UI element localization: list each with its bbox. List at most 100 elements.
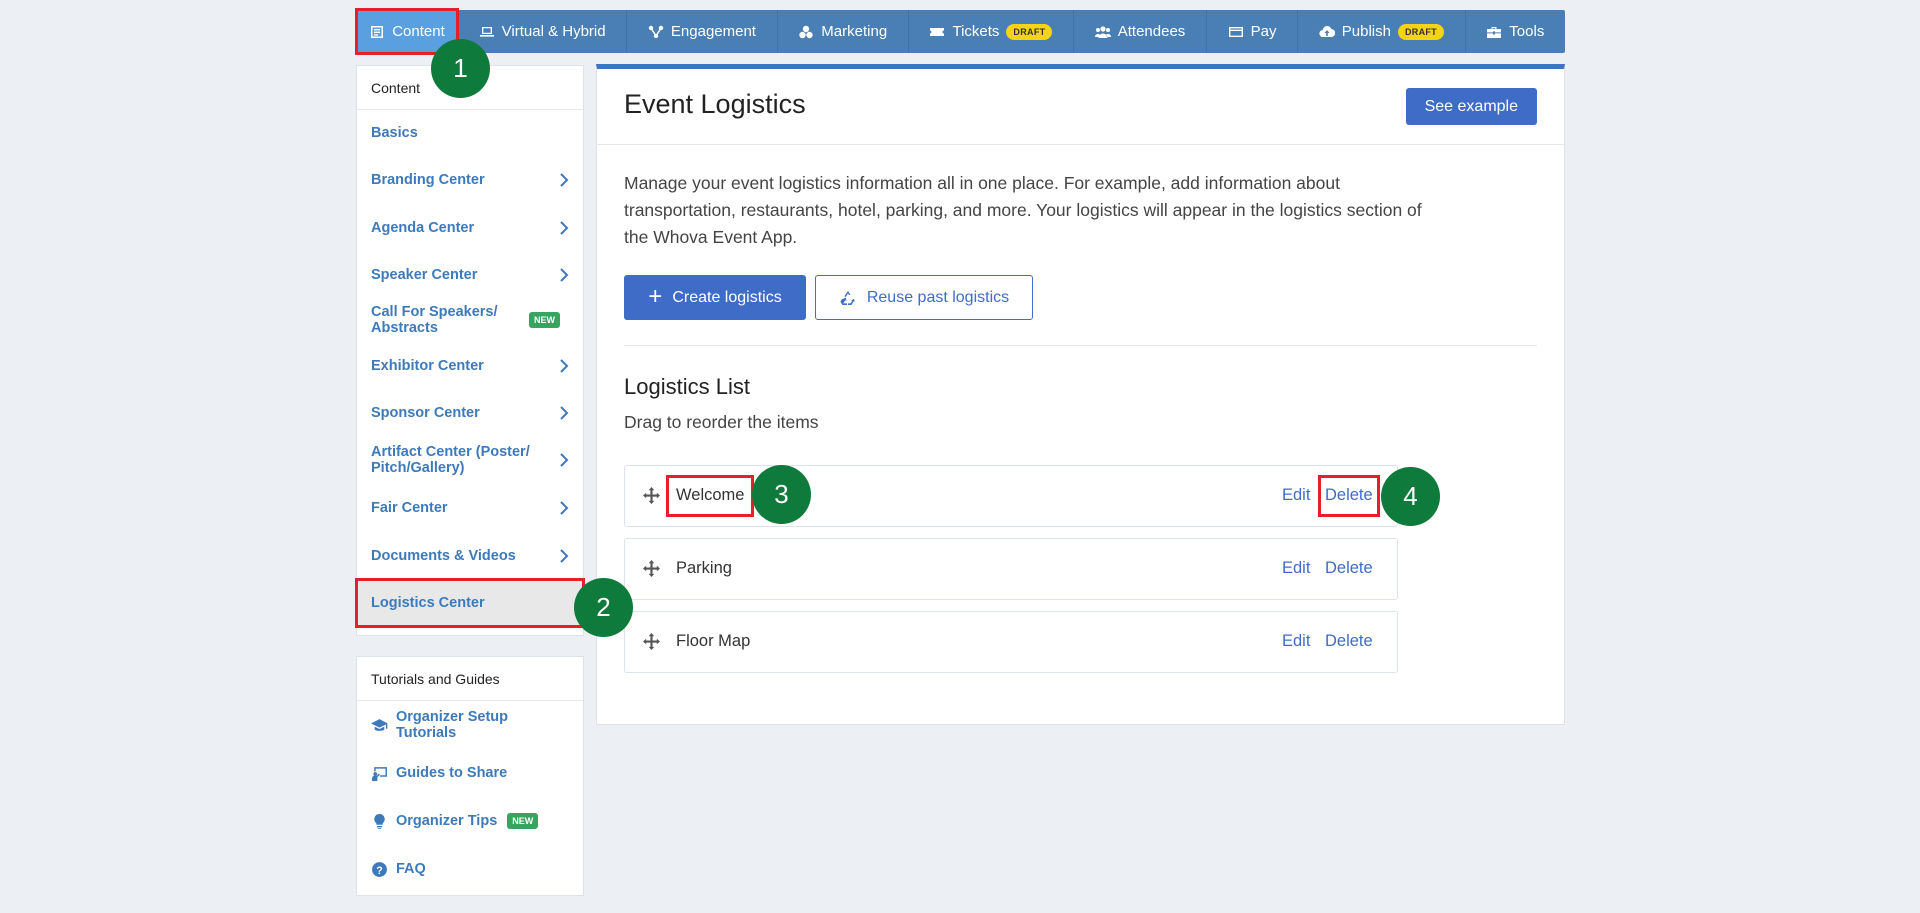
step-marker-1: 1 [431,39,490,98]
guides-heading: Tutorials and Guides [357,657,583,701]
sidebar-item-label: Speaker Center [371,266,478,283]
sidebar-item-basics[interactable]: Basics [357,110,583,156]
edit-link[interactable]: Edit [1282,559,1310,578]
reuse-past-logistics-label: Reuse past logistics [866,288,1010,306]
lightbulb-icon [374,813,385,829]
delete-link[interactable]: Delete [1325,559,1373,578]
drag-handle-icon[interactable] [643,633,660,650]
guide-item-label: Organizer Tips [396,813,498,829]
recycle-icon [840,290,855,305]
nav-tab-engagement[interactable]: Engagement [627,10,778,53]
sidebar-item-call-for-speakers[interactable]: Call For Speakers/ Abstracts NEW [357,298,583,342]
nav-tab-tools[interactable]: Tools [1466,10,1565,53]
guide-item-organizer-tips[interactable]: Organizer Tips NEW [357,797,583,845]
top-navigation: Content Virtual & Hybrid Engagement Mark… [355,8,1565,55]
see-example-button[interactable]: See example [1405,88,1537,125]
nav-tab-attendees[interactable]: Attendees [1074,10,1207,53]
drag-handle-icon[interactable] [643,560,660,577]
nav-tab-label: Publish [1341,23,1391,40]
edit-link[interactable]: Edit [1282,632,1310,651]
step-marker-3: 3 [752,465,811,524]
section-divider [624,345,1537,346]
sidebar-item-speaker-center[interactable]: Speaker Center [357,251,583,298]
nav-tab-pay[interactable]: Pay [1207,10,1299,53]
sidebar-item-label: Call For Speakers/ Abstracts [371,304,498,336]
delete-link[interactable]: Delete [1325,632,1373,651]
nav-tab-label: Tickets [952,23,1000,40]
sidebar-item-label: Sponsor Center [371,404,480,421]
ticket-icon [930,27,945,36]
chevron-right-icon [560,501,569,515]
chevron-right-icon [560,173,569,187]
guide-item-guides-to-share[interactable]: Guides to Share [357,749,583,797]
page-title: Event Logistics [624,89,806,119]
plus-icon: + [648,282,663,310]
content-sidebar: Content Basics Branding Center Agenda Ce… [355,65,585,636]
logistics-row: Welcome Edit Delete [624,465,1398,527]
edit-link[interactable]: Edit [1282,486,1310,505]
nav-tab-marketing[interactable]: Marketing [778,10,909,53]
delete-link[interactable]: Delete [1318,475,1380,517]
engagement-icon [648,25,664,38]
nav-tab-label: Attendees [1117,23,1186,40]
logistics-row: Parking Edit Delete [624,538,1398,600]
reuse-past-logistics-button[interactable]: Reuse past logistics [815,275,1033,320]
content-icon [371,25,384,38]
step-marker-4: 4 [1381,467,1440,526]
step-marker-2: 2 [574,578,633,637]
nav-tab-publish[interactable]: Publish DRAFT [1298,10,1466,53]
marketing-icon [799,25,813,38]
laptop-icon [479,26,494,37]
sidebar-item-label: Basics [371,125,418,141]
sidebar-item-label: Artifact Center (Poster/ Pitch/Gallery) [371,444,530,476]
sidebar-item-label: Logistics Center [371,595,485,611]
question-circle-icon: ? [372,861,387,877]
toolbox-icon [1487,26,1502,38]
event-logistics-panel: Event Logistics See example Manage your … [596,64,1565,725]
new-badge: NEW [507,813,539,829]
sidebar-item-agenda-center[interactable]: Agenda Center [357,204,583,251]
graduation-cap-icon [371,718,388,731]
guide-item-setup-tutorials[interactable]: Organizer Setup Tutorials [357,701,583,749]
chevron-right-icon [560,453,569,467]
sidebar-item-fair-center[interactable]: Fair Center [357,484,583,532]
sidebar-item-sponsor-center[interactable]: Sponsor Center [357,389,583,436]
sidebar-item-label: Agenda Center [371,219,475,236]
logistics-list-title: Logistics List [624,374,750,399]
nav-tab-label: Tools [1509,23,1545,40]
chevron-right-icon [560,548,569,563]
nav-tab-label: Marketing [821,23,888,40]
draft-badge: DRAFT [1006,23,1053,40]
nav-tab-tickets[interactable]: Tickets DRAFT [909,10,1075,53]
drag-handle-icon[interactable] [643,487,660,504]
page-description: Manage your event logistics information … [624,173,1422,247]
chevron-right-icon [560,267,569,282]
guide-item-label: Guides to Share [396,765,508,781]
create-logistics-button[interactable]: + Create logistics [624,275,806,320]
sidebar-item-label: Exhibitor Center [371,357,484,374]
create-logistics-label: Create logistics [672,288,782,306]
nav-tab-label: Content [392,23,445,40]
sidebar-item-logistics-center[interactable]: Logistics Center [355,578,585,628]
nav-tab-label: Engagement [670,23,756,40]
sidebar-item-documents-videos[interactable]: Documents & Videos [357,532,583,579]
guide-item-label: FAQ [396,861,426,877]
sidebar-item-branding-center[interactable]: Branding Center [357,156,583,204]
sidebar-item-label: Fair Center [371,500,448,516]
nav-tab-label: Pay [1250,23,1277,40]
logistics-item-name: Floor Map [676,632,751,650]
sidebar-item-artifact-center[interactable]: Artifact Center (Poster/ Pitch/Gallery) [357,436,583,484]
nav-tab-label: Virtual & Hybrid [501,23,606,40]
new-badge: NEW [529,312,560,328]
svg-text:?: ? [376,864,382,876]
sidebar-item-exhibitor-center[interactable]: Exhibitor Center [357,342,583,389]
logistics-list-subtitle: Drag to reorder the items [624,412,819,432]
chevron-right-icon [560,405,569,420]
cloud-upload-icon [1319,25,1335,37]
presentation-icon [372,766,387,781]
card-icon [1228,26,1243,37]
nav-tab-virtual-hybrid[interactable]: Virtual & Hybrid [458,10,628,53]
guide-item-faq[interactable]: ? FAQ [357,845,583,893]
chevron-right-icon [560,358,569,373]
attendees-icon [1094,25,1111,38]
